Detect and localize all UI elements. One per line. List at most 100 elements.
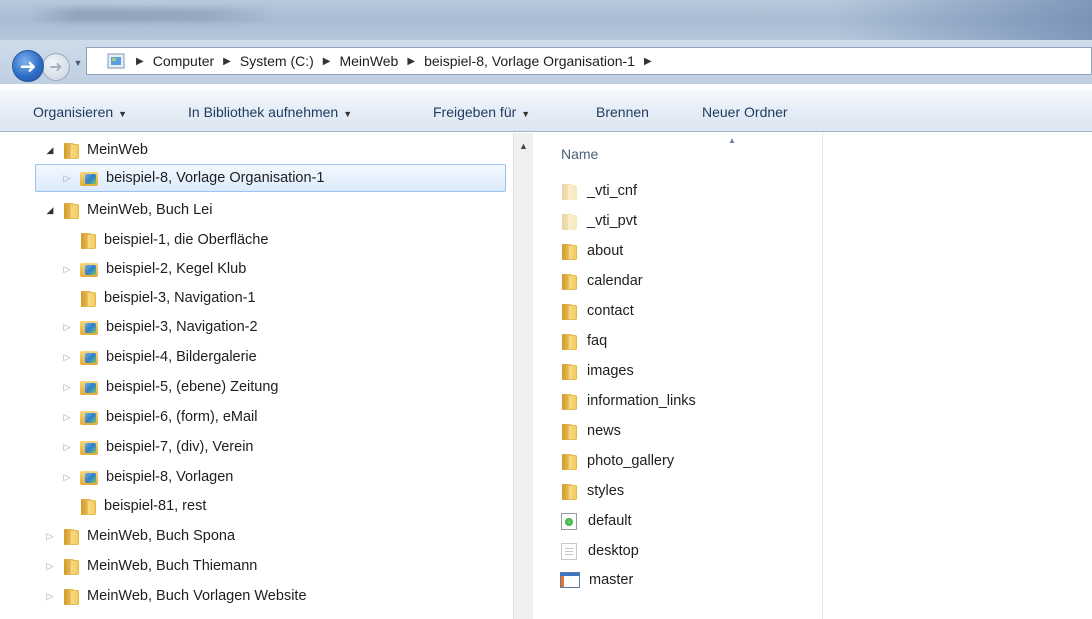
breadcrumb-separator-icon[interactable]: ▶	[323, 56, 331, 67]
web-folder-icon	[79, 319, 99, 336]
organize-label: Organisieren	[33, 104, 114, 120]
collapse-arrow-icon[interactable]: ▷	[61, 472, 73, 483]
collapse-arrow-icon[interactable]: ▷	[61, 352, 73, 363]
sort-ascending-icon: ▲	[728, 136, 736, 145]
command-bar: Organisieren ▼ In Bibliothek aufnehmen ▼ F…	[0, 90, 1092, 132]
file-name: default	[588, 513, 632, 529]
tree-item-meinweb-buch-thiemann[interactable]: ▷ MeinWeb, Buch Thiemann	[44, 552, 257, 580]
breadcrumb-system-drive[interactable]: System (C:)	[240, 53, 314, 69]
tree-item-label: MeinWeb	[87, 142, 148, 158]
web-folder-icon	[79, 261, 99, 278]
file-item-master[interactable]: master	[560, 567, 633, 593]
file-name: news	[587, 423, 621, 439]
tree-item-label: beispiel-8, Vorlage Organisation-1	[106, 170, 325, 186]
collapse-arrow-icon[interactable]: ▷	[44, 591, 56, 602]
file-item-information-links[interactable]: information_links	[560, 388, 696, 414]
breadcrumb-meinweb[interactable]: MeinWeb	[339, 53, 398, 69]
scroll-up-icon[interactable]: ▲	[519, 141, 528, 151]
collapse-arrow-icon[interactable]: ▷	[61, 322, 73, 333]
hidden-folder-icon	[560, 213, 578, 230]
file-item-images[interactable]: images	[560, 358, 634, 384]
file-item-calendar[interactable]: calendar	[560, 268, 643, 294]
new-folder-label: Neuer Ordner	[702, 104, 788, 120]
tree-item-beispiel-81[interactable]: beispiel-81, rest	[79, 492, 206, 520]
tree-item-label: beispiel-1, die Oberfläche	[104, 232, 269, 248]
file-name: photo_gallery	[587, 453, 675, 469]
breadcrumb-separator-icon[interactable]: ▶	[407, 56, 415, 67]
tree-item-beispiel-8-vorlagen[interactable]: ▷ beispiel-8, Vorlagen	[61, 463, 234, 491]
tree-item-label: beispiel-6, (form), eMail	[106, 409, 258, 425]
breadcrumb-separator-icon[interactable]: ▶	[644, 56, 652, 67]
breadcrumb: ▶ Computer ▶ System (C:) ▶ MeinWeb ▶ bei…	[127, 53, 661, 69]
chevron-down-icon: ▼	[343, 109, 353, 119]
file-item-contact[interactable]: contact	[560, 298, 634, 324]
folder-icon	[62, 202, 80, 219]
collapse-arrow-icon[interactable]: ▷	[61, 382, 73, 393]
ini-file-icon	[561, 542, 577, 560]
back-button[interactable]: ➜	[12, 50, 44, 82]
tree-item-beispiel-8-vorlage-organisation[interactable]: ▷ beispiel-8, Vorlage Organisation-1	[35, 164, 506, 192]
collapse-arrow-icon[interactable]: ▷	[44, 531, 56, 542]
tree-item-meinweb-buch-vorlagen-website[interactable]: ▷ MeinWeb, Buch Vorlagen Website	[44, 582, 307, 610]
web-folder-icon	[79, 349, 99, 366]
folder-icon	[560, 303, 578, 320]
tree-item-beispiel-2[interactable]: ▷ beispiel-2, Kegel Klub	[61, 255, 247, 283]
tree-item-beispiel-1[interactable]: beispiel-1, die Oberfläche	[79, 226, 268, 254]
master-page-icon	[560, 572, 580, 588]
forward-button[interactable]: ➜	[42, 53, 70, 81]
title-bar	[0, 0, 1092, 40]
file-item-faq[interactable]: faq	[560, 328, 607, 354]
tree-item-label: MeinWeb, Buch Thiemann	[87, 558, 258, 574]
collapse-arrow-icon[interactable]: ▷	[61, 264, 73, 275]
tree-item-beispiel-3-navigation-1[interactable]: beispiel-3, Navigation-1	[79, 284, 256, 312]
file-name: desktop	[588, 543, 639, 559]
tree-item-label: MeinWeb, Buch Vorlagen Website	[87, 588, 307, 604]
file-item-default[interactable]: default	[560, 508, 632, 534]
organize-button[interactable]: Organisieren ▼	[33, 104, 127, 120]
file-item-desktop[interactable]: desktop	[560, 538, 639, 564]
tree-item-beispiel-5[interactable]: ▷ beispiel-5, (ebene) Zeitung	[61, 373, 279, 401]
breadcrumb-separator-icon[interactable]: ▶	[136, 56, 144, 67]
file-item-news[interactable]: news	[560, 418, 621, 444]
new-folder-button[interactable]: Neuer Ordner	[702, 104, 788, 120]
file-item-photo-gallery[interactable]: photo_gallery	[560, 448, 674, 474]
file-item-vti-cnf[interactable]: _vti_cnf	[560, 178, 637, 204]
expand-arrow-icon[interactable]: ◢	[44, 145, 56, 156]
recent-pages-dropdown[interactable]: ▼	[72, 58, 84, 70]
folder-icon	[62, 142, 80, 159]
breadcrumb-current-folder[interactable]: beispiel-8, Vorlage Organisation-1	[424, 53, 635, 69]
file-item-about[interactable]: about	[560, 238, 623, 264]
collapse-arrow-icon[interactable]: ▷	[61, 412, 73, 423]
burn-button[interactable]: Brennen	[596, 104, 649, 120]
tree-item-meinweb-buch-lei[interactable]: ◢ MeinWeb, Buch Lei	[44, 196, 212, 224]
column-divider[interactable]	[822, 133, 823, 619]
web-folder-icon	[79, 469, 99, 486]
tree-item-beispiel-3-navigation-2[interactable]: ▷ beispiel-3, Navigation-2	[61, 313, 258, 341]
tree-item-meinweb-buch-spona[interactable]: ▷ MeinWeb, Buch Spona	[44, 522, 235, 550]
column-header-name[interactable]: Name	[561, 146, 598, 162]
tree-item-beispiel-7[interactable]: ▷ beispiel-7, (div), Verein	[61, 433, 254, 461]
tree-item-beispiel-6[interactable]: ▷ beispiel-6, (form), eMail	[61, 403, 258, 431]
collapse-arrow-icon[interactable]: ▷	[44, 561, 56, 572]
breadcrumb-separator-icon[interactable]: ▶	[223, 56, 231, 67]
folder-icon	[79, 232, 97, 249]
folder-icon	[560, 273, 578, 290]
collapse-arrow-icon[interactable]: ▷	[61, 173, 73, 184]
share-with-button[interactable]: Freigeben für ▼	[433, 104, 530, 120]
tree-item-label: beispiel-4, Bildergalerie	[106, 349, 257, 365]
breadcrumb-computer[interactable]: Computer	[153, 53, 214, 69]
tree-item-beispiel-4[interactable]: ▷ beispiel-4, Bildergalerie	[61, 343, 257, 371]
file-item-vti-pvt[interactable]: _vti_pvt	[560, 208, 637, 234]
file-item-styles[interactable]: styles	[560, 478, 624, 504]
web-folder-icon	[79, 379, 99, 396]
include-in-library-button[interactable]: In Bibliothek aufnehmen ▼	[188, 104, 352, 120]
navigation-pane-scrollbar[interactable]: ▲	[513, 133, 533, 619]
tree-item-label: beispiel-81, rest	[104, 498, 207, 514]
tree-item-label: MeinWeb, Buch Spona	[87, 528, 236, 544]
address-bar[interactable]: ▶ Computer ▶ System (C:) ▶ MeinWeb ▶ bei…	[86, 47, 1092, 75]
tree-item-meinweb[interactable]: ◢ MeinWeb	[44, 136, 148, 164]
expand-arrow-icon[interactable]: ◢	[44, 205, 56, 216]
web-folder-icon	[79, 170, 99, 187]
collapse-arrow-icon[interactable]: ▷	[61, 442, 73, 453]
file-name: information_links	[587, 393, 696, 409]
